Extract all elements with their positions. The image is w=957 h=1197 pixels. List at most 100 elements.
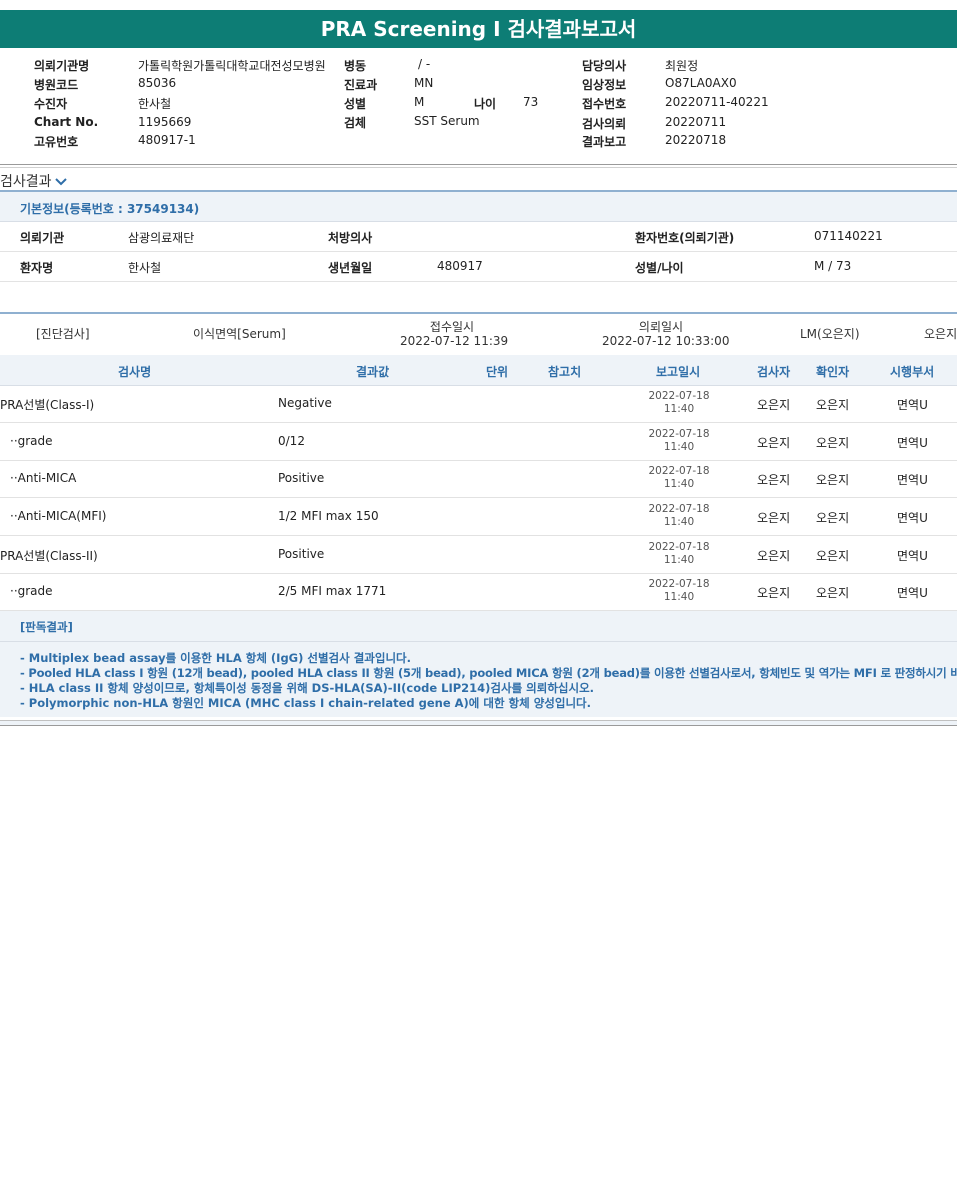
confirmer: 오은지: [816, 398, 850, 412]
label-report-date: 결과보고: [582, 135, 627, 149]
diagnosis-category: [진단검사]: [36, 327, 90, 341]
label-req-date: 검사의뢰: [582, 117, 627, 131]
value-patient: 한사철: [138, 97, 172, 111]
table-row: ··Anti-MICA(MFI) 1/2 MFI max 150 2022-07…: [0, 498, 957, 536]
value-doctor: 최원정: [665, 59, 699, 73]
result-value: 2/5 MFI max 1771: [278, 584, 387, 598]
value-dept: MN: [414, 76, 434, 90]
col-result: 결과값: [356, 365, 390, 379]
requested-datetime: 2022-07-12 10:33:00: [602, 334, 730, 348]
label-doctor: 담당의사: [582, 59, 627, 73]
results-section-toggle[interactable]: 검사결과: [0, 171, 67, 191]
basic-info-title: 기본정보(등록번호 : 37549134): [20, 202, 200, 216]
confirmer: 오은지: [816, 473, 850, 487]
result-value: Negative: [278, 396, 332, 410]
tester: 오은지: [757, 473, 791, 487]
value-chart-no: 1195669: [138, 115, 192, 129]
col-report-date: 보고일시: [656, 365, 701, 379]
report-date: 2022-07-18: [648, 503, 710, 515]
tester: 오은지: [757, 398, 791, 412]
result-value: Positive: [278, 547, 325, 561]
label-institution: 의뢰기관명: [34, 59, 90, 73]
table-row: ··grade 0/12 2022-07-18 11:40 오은지 오은지 면역…: [0, 423, 957, 461]
result-value: 1/2 MFI max 150: [278, 509, 379, 523]
department: 면역U: [897, 473, 928, 487]
test-name: PRA선별(Class-II): [0, 549, 98, 563]
chevron-down-icon: [54, 174, 67, 190]
label-dept: 진료과: [344, 78, 378, 92]
value-req-institution: 삼광의료재단: [128, 231, 195, 245]
interpretation-divider: [0, 641, 957, 642]
value-age: 73: [523, 95, 539, 109]
table-row: ··Anti-MICA Positive 2022-07-18 11:40 오은…: [0, 460, 957, 498]
report-time: 11:40: [663, 403, 695, 415]
label-age: 나이: [474, 97, 497, 111]
value-sex-age: M / 73: [814, 259, 852, 273]
examiner-name: 오은지: [924, 327, 957, 341]
col-unit: 단위: [486, 365, 509, 379]
table-row: PRA선별(Class-I) Negative 2022-07-18 11:40…: [0, 385, 957, 423]
confirmer: 오은지: [816, 586, 850, 600]
value-hospital-code: 85036: [138, 76, 177, 90]
label-birth: 생년월일: [328, 261, 373, 275]
value-patient-no: 071140221: [814, 229, 883, 243]
label-patient-no: 환자번호(의뢰기관): [635, 231, 735, 245]
label-chart-no: Chart No.: [34, 115, 99, 129]
test-name: ··Anti-MICA(MFI): [10, 509, 107, 523]
bottom-divider: [0, 720, 957, 726]
department: 면역U: [897, 436, 928, 450]
report-time: 11:40: [663, 478, 695, 490]
report-date: 2022-07-18: [648, 390, 710, 402]
basic-info-row-2: 환자명 한사철 생년월일 480917 성별/나이 M / 73: [0, 252, 957, 282]
interpretation-line: - Pooled HLA class I 항원 (12개 bead), pool…: [20, 666, 957, 680]
diagnosis-top-border: [0, 312, 957, 314]
label-specimen: 검체: [344, 116, 367, 130]
report-date: 2022-07-18: [648, 578, 710, 590]
label-hospital-code: 병원코드: [34, 78, 79, 92]
confirmer: 오은지: [816, 549, 850, 563]
label-ward: 병동: [344, 59, 367, 73]
basic-info-row-1: 의뢰기관 삼광의료재단 처방의사 환자번호(의뢰기관) 071140221: [0, 222, 957, 252]
department: 면역U: [897, 398, 928, 412]
value-report-date: 20220718: [665, 133, 727, 147]
value-patient-name: 한사철: [128, 261, 162, 275]
test-name: PRA선별(Class-I): [0, 398, 95, 412]
report-title: PRA Screening I 검사결과보고서: [0, 10, 957, 48]
value-institution: 가톨릭학원가톨릭대학교대전성모병원: [138, 59, 326, 73]
interpretation-line: - HLA class II 항체 양성이므로, 항체특이성 동정을 위해 DS…: [20, 681, 595, 695]
results-section-title: 검사결과: [0, 174, 52, 190]
value-req-date: 20220711: [665, 115, 727, 129]
tester: 오은지: [757, 586, 791, 600]
tester: 오은지: [757, 549, 791, 563]
value-unique-no: 480917-1: [138, 133, 196, 147]
test-name: ··Anti-MICA: [10, 471, 77, 485]
value-specimen: SST Serum: [414, 114, 480, 128]
interpretation-line: - Multiplex bead assay를 이용한 HLA 항체 (IgG)…: [20, 651, 411, 665]
value-birth: 480917: [437, 259, 483, 273]
label-sex-age: 성별/나이: [635, 261, 684, 275]
test-name: ··grade: [10, 584, 53, 598]
report-date: 2022-07-18: [648, 465, 710, 477]
col-tester: 검사자: [757, 365, 791, 379]
col-dept: 시행부서: [890, 365, 935, 379]
value-clinical-info: O87LA0AX0: [665, 76, 737, 90]
label-patient-name: 환자명: [20, 261, 54, 275]
basic-info-header: 기본정보(등록번호 : 37549134): [0, 192, 957, 222]
label-patient: 수진자: [34, 97, 68, 111]
value-sex: M: [414, 95, 425, 109]
examiner-code: LM(오은지): [800, 327, 860, 341]
report-time: 11:40: [663, 441, 695, 453]
interpretation-block: [판독결과] - Multiplex bead assay를 이용한 HLA 항…: [0, 611, 957, 717]
department: 면역U: [897, 511, 928, 525]
table-row: ··grade 2/5 MFI max 1771 2022-07-18 11:4…: [0, 573, 957, 611]
label-receipt-no: 접수번호: [582, 97, 627, 111]
header-divider: [0, 164, 957, 168]
col-test-name: 검사명: [118, 365, 152, 379]
results-table-header: 검사명 결과값 단위 참고치 보고일시 검사자 확인자 시행부서: [0, 355, 957, 386]
confirmer: 오은지: [816, 436, 850, 450]
value-ward: / -: [418, 57, 431, 71]
department: 면역U: [897, 586, 928, 600]
table-row: PRA선별(Class-II) Positive 2022-07-18 11:4…: [0, 536, 957, 574]
report-time: 11:40: [663, 554, 695, 566]
result-value: 0/12: [278, 434, 305, 448]
